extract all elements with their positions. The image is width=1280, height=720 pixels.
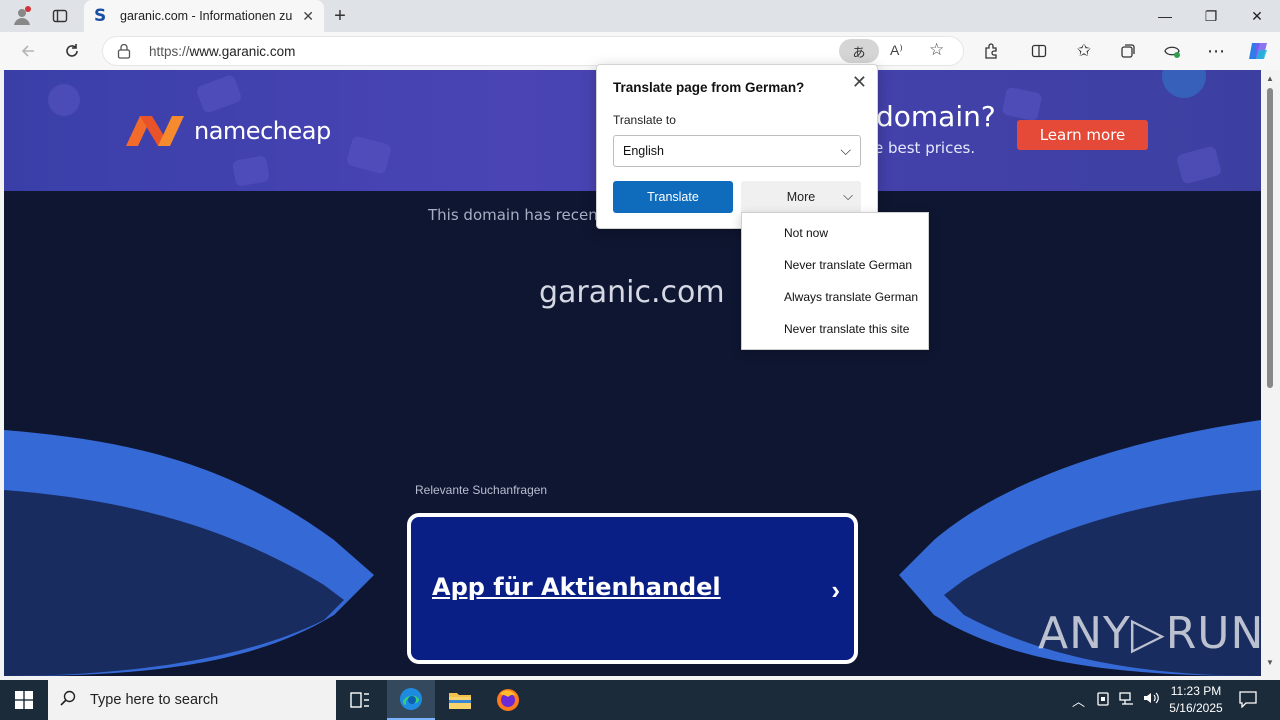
translate-icon[interactable]: あ [839, 39, 879, 63]
network-icon[interactable] [1119, 691, 1135, 708]
more-options-menu: Not now Never translate German Always tr… [741, 212, 929, 350]
translate-popup: Translate page from German? ✕ Translate … [596, 64, 878, 229]
selected-language: English [623, 144, 664, 158]
brand-name: namecheap [194, 117, 331, 145]
tab-title: garanic.com - Informationen zum [120, 9, 292, 23]
more-button-label: More [786, 190, 816, 204]
learn-more-button[interactable]: Learn more [1017, 120, 1148, 150]
banner-subtext: e best prices. [874, 139, 976, 157]
volume-icon[interactable] [1143, 691, 1159, 708]
menu-item-always-translate-language[interactable]: Always translate German [784, 290, 918, 304]
settings-more-icon[interactable]: ⋯ [1203, 39, 1229, 63]
taskbar-search-box[interactable]: Type here to search [48, 680, 336, 720]
extensions-icon[interactable] [978, 39, 1004, 63]
lock-icon[interactable] [117, 43, 131, 64]
close-icon[interactable]: ✕ [852, 72, 867, 93]
anyrun-watermark: ANY▷RUN [1038, 608, 1261, 659]
related-searches-label: Relevante Suchanfragen [415, 483, 548, 497]
restore-button[interactable]: ❐ [1188, 0, 1234, 32]
site-favicon-icon: S [94, 6, 107, 26]
scrollbar-thumb[interactable] [1267, 88, 1273, 388]
taskbar: Type here to search ︿ 11:23 PM 5/16/2025 [0, 680, 1280, 720]
new-tab-button[interactable]: + [328, 4, 352, 28]
title-bar: S garanic.com - Informationen zum ✕ + — … [0, 0, 1280, 32]
domain-notice-text: This domain has recently [428, 206, 617, 224]
related-search-box[interactable]: App für Aktienhandel › [407, 513, 858, 664]
network-device-icon[interactable] [1096, 691, 1110, 710]
translate-to-label: Translate to [613, 113, 676, 127]
copilot-icon[interactable] [1245, 39, 1271, 63]
menu-item-never-translate-language[interactable]: Never translate German [784, 258, 912, 272]
edge-taskbar-icon[interactable] [387, 680, 435, 720]
translate-button[interactable]: Translate [613, 181, 733, 213]
chevron-right-icon[interactable]: › [831, 575, 840, 606]
tab-actions-icon[interactable] [48, 4, 72, 28]
scroll-up-icon[interactable]: ▲ [1266, 74, 1274, 83]
firefox-icon[interactable] [484, 680, 532, 720]
chevron-down-icon: ⌵ [840, 142, 851, 158]
related-search-link[interactable]: App für Aktienhandel [432, 573, 721, 601]
domain-name-heading: garanic.com [539, 275, 725, 310]
search-icon [60, 690, 76, 711]
tab-active[interactable]: S garanic.com - Informationen zum ✕ [84, 0, 324, 32]
scroll-down-icon[interactable]: ▼ [1266, 658, 1274, 667]
translate-popup-title: Translate page from German? [613, 80, 805, 95]
tray-overflow-chevron-icon[interactable]: ︿ [1072, 691, 1085, 710]
page-scrollbar[interactable]: ▲ ▼ [1261, 70, 1280, 676]
menu-item-never-translate-site[interactable]: Never translate this site [784, 322, 909, 336]
menu-item-not-now[interactable]: Not now [784, 226, 828, 240]
profile-icon[interactable] [10, 4, 34, 28]
windows-start-icon[interactable] [0, 680, 48, 720]
split-screen-icon[interactable] [1026, 39, 1052, 63]
language-select[interactable]: English ⌵ [613, 135, 861, 167]
clock-date: 5/16/2025 [1169, 701, 1223, 715]
url-text: https://www.garanic.com [149, 44, 295, 59]
namecheap-logo: namecheap [124, 112, 331, 150]
refresh-icon[interactable] [59, 39, 85, 63]
tab-close-icon[interactable]: ✕ [302, 8, 314, 25]
namecheap-logo-icon [126, 116, 184, 146]
back-icon[interactable] [15, 39, 41, 63]
search-placeholder: Type here to search [90, 692, 219, 708]
banner-headline: domain? [876, 100, 996, 133]
favorites-icon[interactable]: ✩ [1071, 39, 1097, 63]
more-button[interactable]: More ⌵ [741, 181, 861, 213]
chevron-down-icon: ⌵ [843, 188, 853, 203]
minimize-button[interactable]: — [1142, 0, 1188, 32]
task-view-icon[interactable] [336, 680, 384, 720]
browser-essentials-icon[interactable] [1159, 39, 1185, 63]
read-aloud-icon[interactable]: A⁾ [890, 42, 903, 59]
system-clock[interactable]: 11:23 PM 5/16/2025 [1164, 683, 1228, 717]
favorite-star-icon[interactable]: ☆ [929, 40, 944, 60]
close-window-button[interactable]: ✕ [1234, 0, 1280, 32]
url-host: www.garanic.com [189, 44, 296, 59]
notifications-icon[interactable] [1239, 690, 1257, 711]
url-protocol: https:// [149, 44, 190, 59]
clock-time: 11:23 PM [1170, 684, 1222, 698]
address-bar[interactable]: https://www.garanic.com あ A⁾ ☆ [102, 36, 964, 66]
collections-icon[interactable] [1115, 39, 1141, 63]
file-explorer-icon[interactable] [436, 680, 484, 720]
